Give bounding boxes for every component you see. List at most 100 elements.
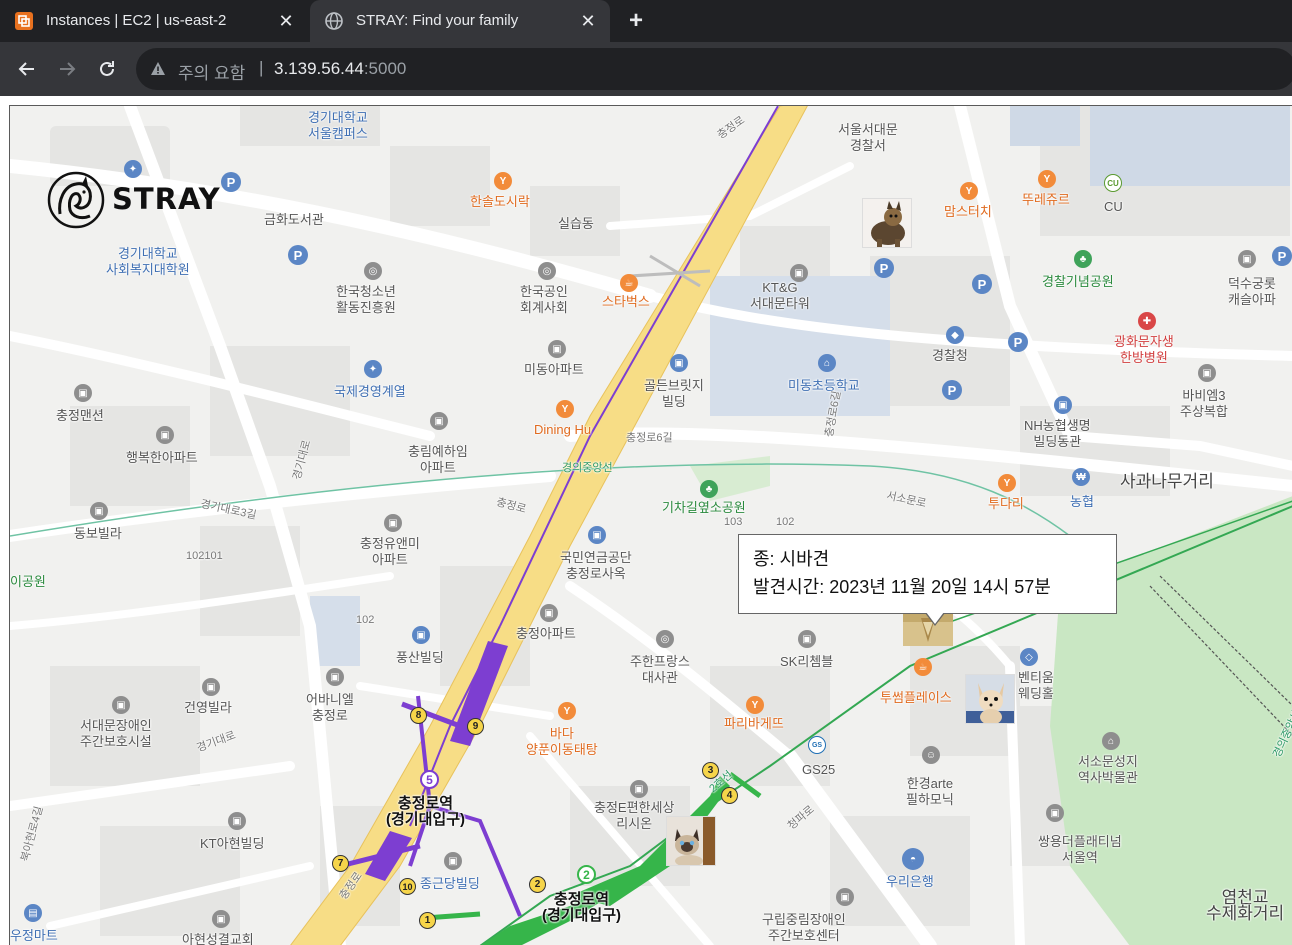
wedding-icon[interactable]: ◇	[1020, 648, 1038, 666]
building-icon[interactable]: ▣	[444, 852, 462, 870]
reload-button[interactable]	[92, 54, 122, 84]
page-body: STRAY P P P P P P P ✦ ◎ ◎ Y ☕ Y Y CU ▣ ▣…	[0, 96, 1292, 945]
building-icon[interactable]: ▣	[630, 780, 648, 798]
building-icon[interactable]: ▣	[540, 604, 558, 622]
forward-button[interactable]	[52, 54, 82, 84]
building-icon[interactable]: ▣	[1198, 364, 1216, 382]
parking-icon[interactable]: P	[972, 274, 992, 294]
building-icon[interactable]: ▣	[670, 354, 688, 372]
restaurant-icon[interactable]: Y	[558, 702, 576, 720]
building-icon[interactable]: ▣	[430, 412, 448, 430]
landmark-icon[interactable]: ◎	[364, 262, 382, 280]
bank-icon[interactable]: ◓	[902, 848, 924, 870]
cafe-icon[interactable]: ☕	[914, 658, 932, 676]
map-label: 행복한아파트	[126, 450, 198, 465]
cat-logo-icon	[47, 171, 105, 229]
restaurant-icon[interactable]: Y	[556, 400, 574, 418]
pet-info-window[interactable]: 종: 시바견 발견시간: 2023년 11월 20일 14시 57분	[738, 534, 1117, 626]
hospital-icon[interactable]: ✚	[1138, 312, 1156, 330]
school-icon[interactable]: ⌂	[818, 354, 836, 372]
url-host: 3.139.56.44	[274, 59, 364, 78]
convenience-store-icon[interactable]: GS	[808, 736, 826, 754]
building-icon[interactable]: ▣	[202, 678, 220, 696]
map-label: 아현성결교회	[182, 932, 254, 945]
map-label: 경찰기념공원	[1042, 274, 1114, 289]
school-icon[interactable]: ✦	[124, 160, 142, 178]
subway-exit-7[interactable]: 7	[332, 855, 349, 872]
convenience-store-icon[interactable]: CU	[1104, 174, 1122, 192]
subway-exit-9[interactable]: 9	[467, 718, 484, 735]
parking-icon[interactable]: P	[221, 172, 241, 192]
parking-icon[interactable]: P	[874, 258, 894, 278]
map[interactable]: STRAY P P P P P P P ✦ ◎ ◎ Y ☕ Y Y CU ▣ ▣…	[9, 105, 1292, 945]
parking-icon[interactable]: P	[1008, 332, 1028, 352]
restaurant-icon[interactable]: Y	[1038, 170, 1056, 188]
close-tab-icon[interactable]: ✕	[274, 9, 298, 33]
subway-exit-1[interactable]: 1	[419, 912, 436, 929]
map-label: 충정E편한세상 리시온	[594, 800, 675, 831]
shopping-icon[interactable]: ▤	[24, 904, 42, 922]
building-icon[interactable]: ▣	[798, 630, 816, 648]
building-icon[interactable]: ▣	[228, 812, 246, 830]
parking-icon[interactable]: P	[288, 245, 308, 265]
chihuahua-marker[interactable]	[965, 674, 1015, 724]
map-label: 충정맨션	[56, 408, 104, 423]
building-icon[interactable]: ▣	[212, 910, 230, 928]
landmark-icon[interactable]: ◎	[538, 262, 556, 280]
map-label: 투다리	[988, 496, 1024, 511]
subway-station-label[interactable]: 충정로역 (경기대입구)	[386, 796, 465, 828]
building-icon[interactable]: ▣	[1238, 250, 1256, 268]
parking-icon[interactable]: P	[1272, 246, 1292, 266]
map-label: 투썸플레이스	[880, 690, 952, 705]
school-icon[interactable]: ✦	[364, 360, 382, 378]
building-icon[interactable]: ▣	[1054, 396, 1072, 414]
building-icon[interactable]: ▣	[74, 384, 92, 402]
landmark-icon[interactable]: ◎	[656, 630, 674, 648]
subway-exit-8[interactable]: 8	[410, 707, 427, 724]
police-icon[interactable]: ◆	[946, 326, 964, 344]
subway-exit-2[interactable]: 2	[529, 876, 546, 893]
museum-icon[interactable]: ⌂	[1102, 732, 1120, 750]
parking-icon[interactable]: P	[942, 380, 962, 400]
map-label: 충정유앤미 아파트	[360, 536, 420, 567]
cat-marker[interactable]	[666, 816, 716, 866]
building-icon[interactable]: ▣	[90, 502, 108, 520]
park-icon[interactable]: ♣	[700, 480, 718, 498]
map-label: 경기대학교 사회복지대학원	[106, 246, 190, 277]
close-tab-icon[interactable]: ✕	[576, 9, 600, 33]
building-icon[interactable]: ▣	[836, 888, 854, 906]
map-label: 경기대학교 서울캠퍼스	[308, 110, 368, 141]
building-icon[interactable]: ▣	[588, 526, 606, 544]
tab-stray[interactable]: STRAY: Find your family ✕	[310, 0, 610, 42]
building-icon[interactable]: ▣	[156, 426, 174, 444]
warning-icon[interactable]	[150, 61, 166, 82]
tab-ec2-instances[interactable]: Instances | EC2 | us-east-2 ✕	[0, 0, 308, 42]
building-icon[interactable]: ▣	[384, 514, 402, 532]
restaurant-icon[interactable]: Y	[998, 474, 1016, 492]
map-label: 실습동	[558, 216, 594, 231]
line-2-badge[interactable]: 2	[577, 865, 596, 884]
building-icon[interactable]: ▣	[112, 696, 130, 714]
restaurant-icon[interactable]: Y	[494, 172, 512, 190]
building-icon[interactable]: ▣	[326, 668, 344, 686]
bank-icon[interactable]: ₩	[1072, 468, 1090, 486]
back-button[interactable]	[12, 54, 42, 84]
building-icon[interactable]: ▣	[412, 626, 430, 644]
arrow-left-icon	[18, 62, 34, 76]
restaurant-icon[interactable]: Y	[960, 182, 978, 200]
building-icon[interactable]: ▣	[1046, 804, 1064, 822]
map-label: 어바니엘 충정로	[306, 692, 354, 723]
map-label: 서소문성지 역사박물관	[1078, 754, 1138, 785]
stray-logo[interactable]: STRAY	[46, 170, 220, 230]
subway-exit-10[interactable]: 10	[399, 878, 416, 895]
line-5-badge[interactable]: 5	[420, 770, 439, 789]
new-tab-button[interactable]: +	[622, 7, 650, 34]
park-icon[interactable]: ♣	[1074, 250, 1092, 268]
yorkie-marker[interactable]	[862, 198, 912, 248]
address-bar[interactable]: 주의 요함 | 3.139.56.44:5000	[136, 48, 1292, 90]
theater-icon[interactable]: ☺	[922, 746, 940, 764]
subway-station-label[interactable]: 충정로역 (경기대입구)	[542, 892, 621, 924]
building-icon[interactable]: ▣	[548, 340, 566, 358]
cafe-icon[interactable]: ☕	[620, 274, 638, 292]
restaurant-icon[interactable]: Y	[746, 696, 764, 714]
